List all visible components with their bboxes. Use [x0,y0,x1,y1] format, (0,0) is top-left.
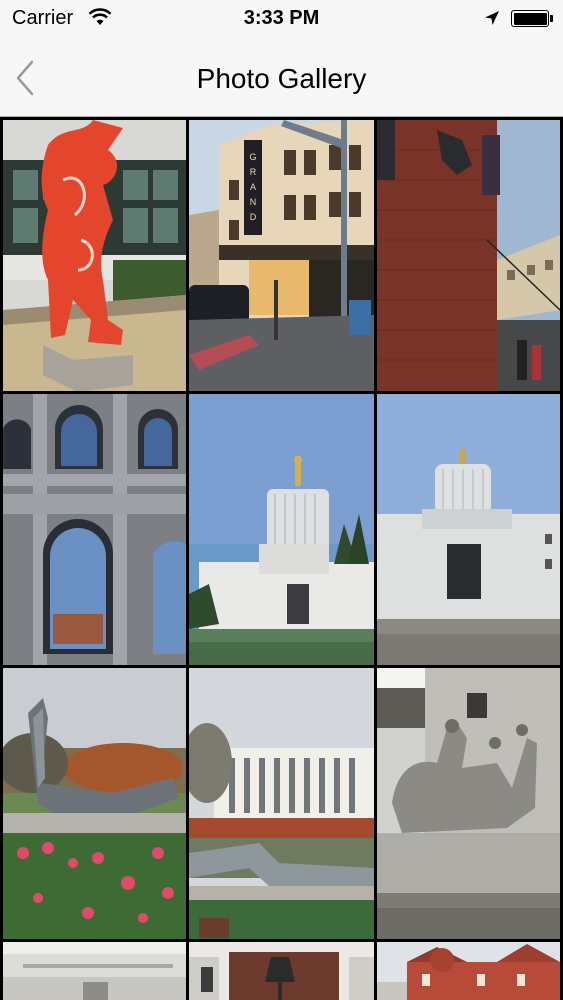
photo-thumbnail-sculpture[interactable] [3,120,186,391]
battery-icon [511,10,549,27]
svg-text:D: D [250,212,257,222]
photo-thumbnail-capitol-front[interactable] [377,394,560,665]
photo-thumbnail-brick[interactable] [377,120,560,391]
photo-thumbnail-stone-building[interactable] [3,942,186,1000]
svg-text:R: R [250,167,257,177]
page-title: Photo Gallery [196,63,367,94]
photo-thumbnail-theater[interactable]: G R A N D [189,120,374,391]
navigation-bar: Photo Gallery [0,38,563,117]
photo-thumbnail-capitol[interactable] [189,394,374,665]
photo-thumbnail-office[interactable] [189,668,374,939]
svg-text:N: N [250,197,257,207]
svg-text:A: A [250,182,256,192]
location-arrow-icon [484,10,500,31]
photo-thumbnail-relief[interactable] [377,668,560,939]
status-time: 3:33 PM [243,7,320,29]
photo-thumbnail-metal-sculpture[interactable] [3,668,186,939]
svg-text:G: G [249,152,256,162]
photo-thumbnail-lamp[interactable] [189,942,374,1000]
status-bar: Carrier 3:33 PM [0,0,563,38]
photo-thumbnail-red-building[interactable] [377,942,560,1000]
photo-grid: G R A N D [0,117,563,1000]
battery-tip [550,15,553,22]
photo-thumbnail-facade[interactable] [3,394,186,665]
